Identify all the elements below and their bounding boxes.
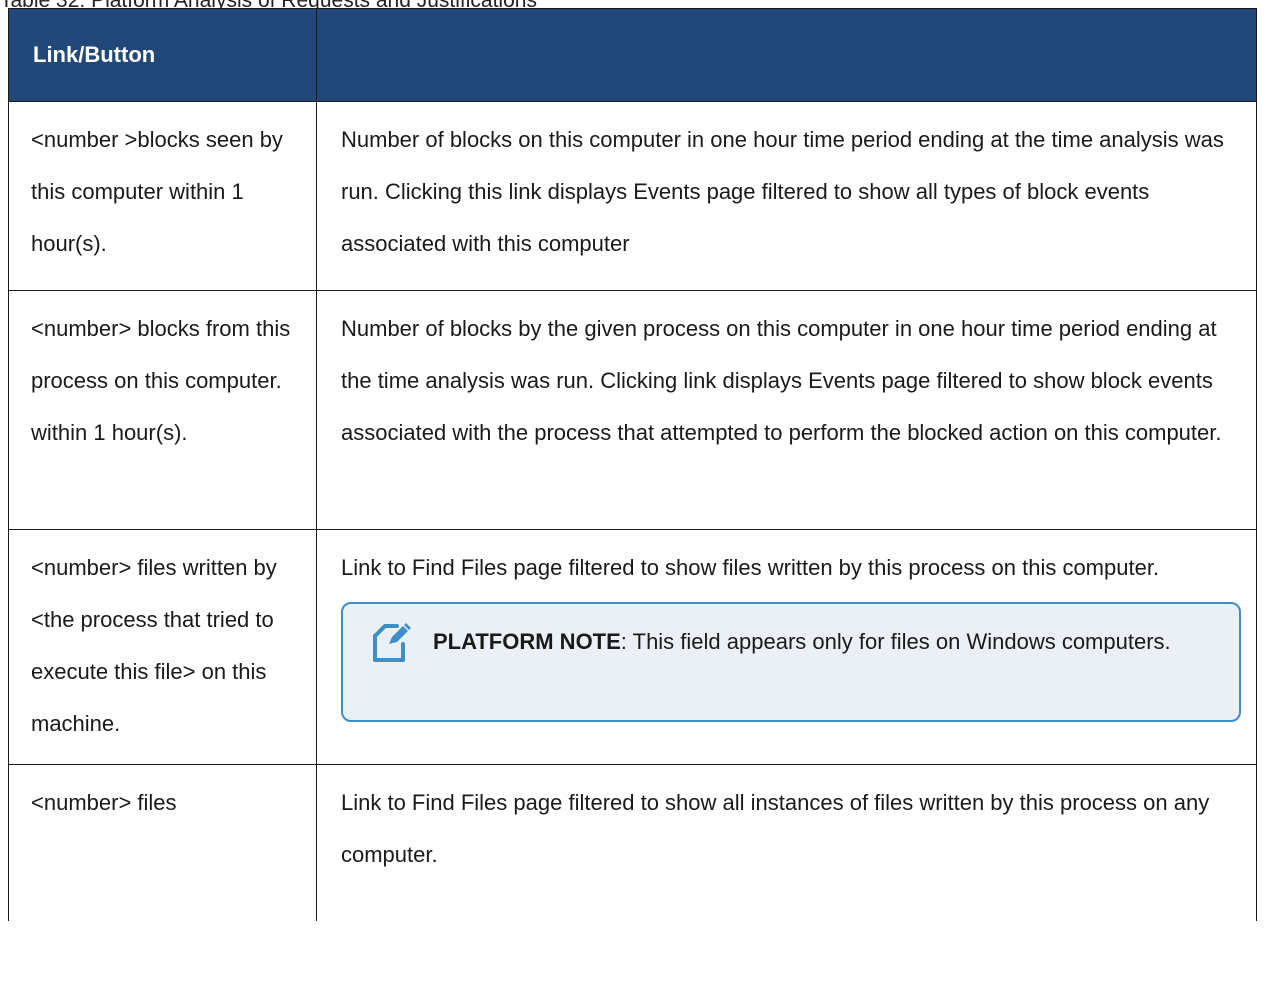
table-row: <number> files Link to Find Files page f…: [8, 764, 1257, 921]
table-row: <number> files written by <the process t…: [8, 529, 1257, 765]
table-row: <number >blocks seen by this computer wi…: [8, 101, 1257, 291]
platform-note-label: PLATFORM NOTE: [433, 629, 621, 654]
row-description-cell: Link to Find Files page filtered to show…: [316, 529, 1257, 765]
platform-note-box: PLATFORM NOTE: This field appears only f…: [341, 602, 1241, 722]
header-link-button: Link/Button: [8, 8, 317, 102]
header-description: [316, 8, 1257, 102]
platform-note-body: : This field appears only for files on W…: [620, 629, 1171, 654]
row-description-cell: Link to Find Files page filtered to show…: [316, 764, 1257, 921]
table-header-row: Link/Button: [8, 8, 1257, 102]
row-link-cell: <number> files written by <the process t…: [8, 529, 317, 765]
row-description-cell: Number of blocks by the given process on…: [316, 290, 1257, 530]
row-link-cell: <number >blocks seen by this computer wi…: [8, 101, 317, 291]
row-description-text: Link to Find Files page filtered to show…: [341, 555, 1160, 580]
row-link-cell: <number> files: [8, 764, 317, 921]
row-link-cell: <number> blocks from this process on thi…: [8, 290, 317, 530]
row-description-cell: Number of blocks on this computer in one…: [316, 101, 1257, 291]
link-button-table: Link/Button <number >blocks seen by this…: [8, 8, 1257, 921]
table-row: <number> blocks from this process on thi…: [8, 290, 1257, 530]
note-edit-icon: [371, 622, 411, 664]
platform-note-text: PLATFORM NOTE: This field appears only f…: [433, 624, 1179, 660]
